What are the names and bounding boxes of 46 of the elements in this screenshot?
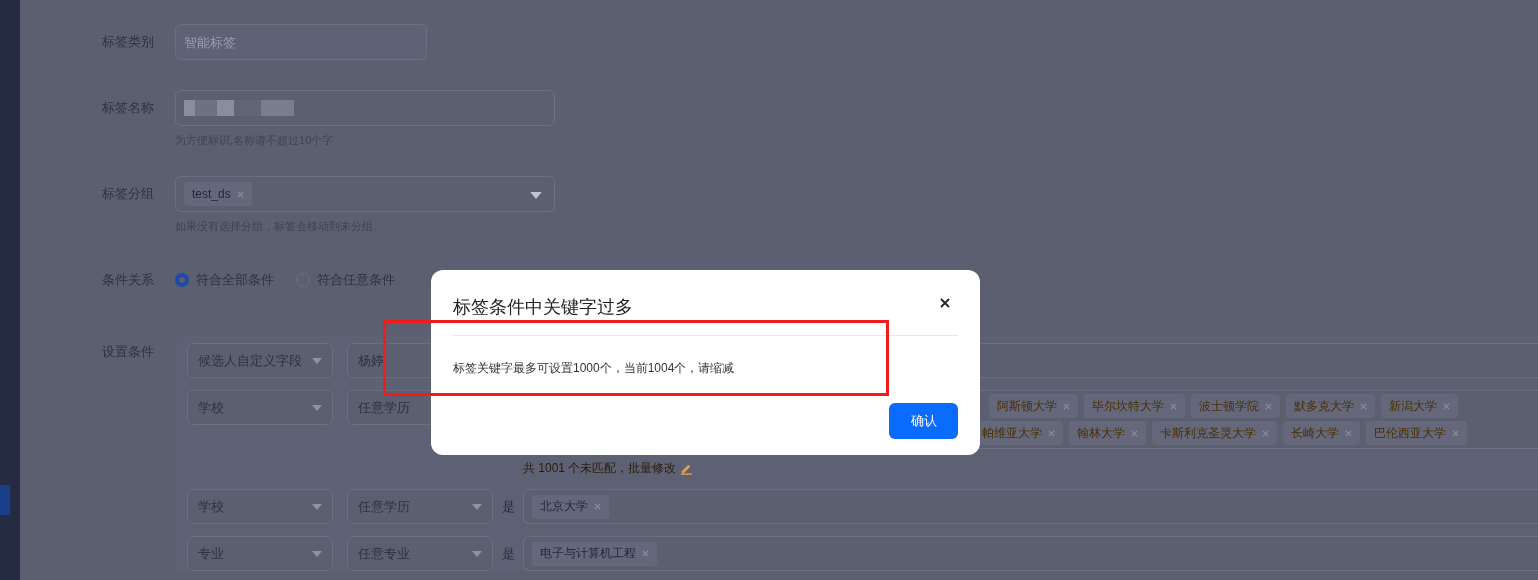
remove-icon[interactable] <box>642 550 649 557</box>
select-field[interactable]: test_ds <box>175 176 555 212</box>
radio-button[interactable] <box>175 273 189 287</box>
dialog-title: 标签条件中关键字过多 <box>453 295 633 319</box>
tag-label: 长崎大学 <box>1291 424 1339 442</box>
caret-icon <box>312 550 322 557</box>
remove-icon[interactable] <box>236 190 244 198</box>
operator-text: 是 <box>500 497 516 516</box>
tag-label: 新潟大学 <box>1389 397 1437 415</box>
tag-label: 北京大学 <box>540 498 588 515</box>
remove-icon[interactable] <box>1443 402 1450 410</box>
pencil-icon[interactable] <box>680 462 694 475</box>
warning-text[interactable]: 共 1001 个未匹配，批量修改 <box>523 460 677 477</box>
caret-icon <box>472 503 482 510</box>
tag-label: 波士顿学院 <box>1199 397 1259 415</box>
remove-icon[interactable] <box>1360 402 1367 410</box>
remove-icon[interactable] <box>1131 429 1138 437</box>
caret-icon <box>472 550 482 557</box>
remove-icon[interactable] <box>1063 402 1070 410</box>
value-field[interactable]: 电子与计算机工程 <box>523 536 1538 571</box>
caret-icon <box>312 503 322 510</box>
tag-label: 阿斯顿大学 <box>997 397 1057 415</box>
tag-label: 帕维亚大学 <box>982 424 1042 442</box>
tag-label: 电子与计算机工程 <box>540 545 636 562</box>
caret-icon <box>312 357 322 364</box>
operator-text: 是 <box>500 544 516 563</box>
tag-label: 巴伦西亚大学 <box>1374 424 1446 442</box>
tag-label: test_ds <box>192 187 231 201</box>
tag-label: 卡斯利克圣灵大学 <box>1160 424 1256 442</box>
caret-icon <box>530 192 542 199</box>
input-field[interactable] <box>175 90 555 126</box>
confirm-button[interactable]: 确认 <box>889 403 958 439</box>
remove-icon[interactable] <box>1452 429 1459 437</box>
remove-icon[interactable] <box>594 503 601 510</box>
tag-label: 翰林大学 <box>1077 424 1125 442</box>
close-icon[interactable] <box>940 297 950 308</box>
remove-icon[interactable] <box>1170 402 1177 410</box>
remove-icon[interactable] <box>1265 402 1272 410</box>
caret-icon <box>312 404 322 411</box>
tag-label: 默多克大学 <box>1294 397 1354 415</box>
remove-icon[interactable] <box>1262 429 1269 437</box>
remove-icon[interactable] <box>1048 429 1055 437</box>
tag-label: 毕尔坎特大学 <box>1092 397 1164 415</box>
active-indicator <box>0 485 10 515</box>
remove-icon[interactable] <box>1345 429 1352 437</box>
value-field[interactable]: 北京大学 <box>523 489 1538 524</box>
